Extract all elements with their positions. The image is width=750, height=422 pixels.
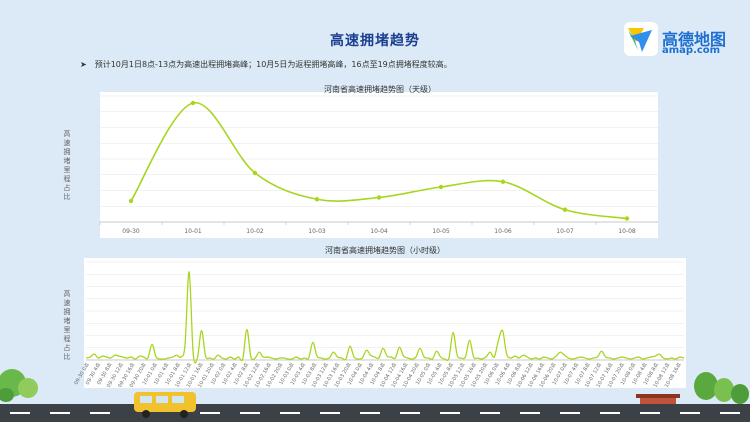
road-scene — [0, 369, 750, 422]
left-trees-illustration — [0, 369, 38, 402]
right-trees-illustration — [636, 372, 749, 406]
